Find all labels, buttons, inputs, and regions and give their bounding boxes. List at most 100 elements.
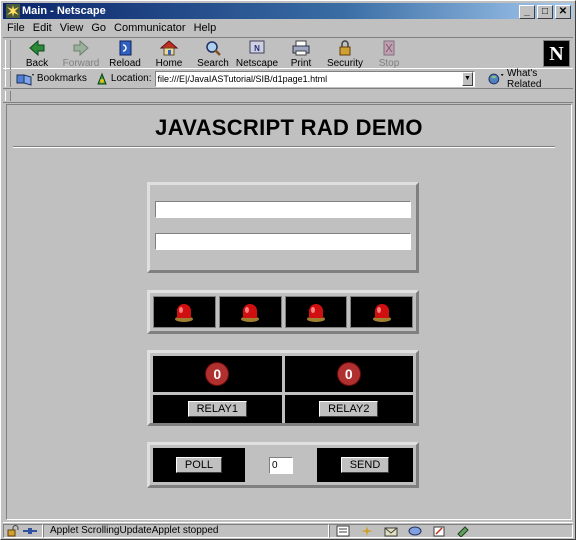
poll-button[interactable]: POLL [175, 457, 223, 473]
red-led-icon [241, 304, 260, 322]
netscape-logo[interactable]: N [543, 40, 570, 67]
component-bar [329, 523, 573, 538]
stop-button[interactable]: Stop [367, 38, 411, 69]
menu-communicator[interactable]: Communicator [114, 22, 186, 34]
menu-bar: File Edit View Go Communicator Help [3, 19, 573, 37]
print-label: Print [290, 58, 312, 69]
connection-icon [23, 527, 37, 534]
personal-toolbar [3, 89, 573, 103]
reload-label: Reload [109, 58, 141, 69]
whats-related-label: What's Related [506, 67, 542, 90]
print-button[interactable]: Print [279, 38, 323, 69]
home-label: Home [155, 58, 183, 69]
send-button[interactable]: SEND [340, 457, 390, 473]
maximize-button[interactable]: □ [537, 5, 553, 19]
bookmarks-label: Bookmarks [36, 73, 87, 84]
netscape-button[interactable]: N Netscape [235, 38, 279, 69]
instant-message-icon[interactable] [456, 525, 470, 537]
horizontal-rule [13, 146, 555, 148]
progress-icon [336, 525, 350, 536]
text-input-panel [147, 182, 419, 273]
search-label: Search [197, 58, 229, 69]
url-field[interactable]: file:///E|/JavaIASTutorial/SIB/d1page1.h… [154, 70, 475, 87]
home-icon [159, 40, 179, 56]
netscape-icon: N [249, 40, 265, 54]
netscape-label: Netscape [235, 58, 279, 69]
security-status-cell[interactable] [3, 523, 43, 538]
page-proxy-icon[interactable] [95, 72, 109, 86]
menu-edit[interactable]: Edit [33, 22, 52, 34]
led-cell [153, 296, 216, 328]
stop-icon [383, 40, 395, 56]
relay1-counter-cell: 0 [153, 356, 282, 392]
relay2-button[interactable]: RELAY2 [319, 401, 379, 417]
menu-file[interactable]: File [7, 22, 25, 34]
status-message: Applet ScrollingUpdateApplet stopped [43, 523, 329, 538]
composer-icon[interactable] [432, 525, 446, 537]
minimize-button[interactable]: _ [519, 5, 535, 19]
relay2-counter: 0 [336, 362, 361, 386]
location-grip[interactable] [5, 70, 11, 87]
menu-help[interactable]: Help [194, 22, 217, 34]
personal-toolbar-grip[interactable] [5, 91, 11, 101]
close-button[interactable]: ✕ [555, 5, 571, 19]
forward-button[interactable]: Forward [59, 38, 103, 69]
bookmarks-button[interactable]: Bookmarks [15, 72, 87, 86]
back-label: Back [25, 58, 49, 69]
reload-button[interactable]: Reload [103, 38, 147, 69]
forward-label: Forward [62, 58, 100, 69]
security-button[interactable]: Security [323, 38, 367, 69]
menu-view[interactable]: View [60, 22, 84, 34]
title-bar: Main - Netscape _ □ ✕ [3, 3, 573, 19]
search-button[interactable]: Search [191, 38, 235, 69]
back-arrow-icon [29, 39, 45, 57]
search-icon [206, 41, 221, 56]
relay2-counter-cell: 0 [284, 356, 413, 392]
unlocked-padlock-icon [7, 524, 19, 536]
toolbar-grip[interactable] [5, 40, 11, 70]
stop-label: Stop [378, 58, 400, 69]
whats-related-button[interactable]: What's Related [487, 68, 573, 90]
red-led-icon [175, 304, 194, 322]
led-cell [350, 296, 413, 328]
poll-send-panel: POLL SEND [147, 442, 419, 488]
led-panel [147, 290, 419, 334]
relay1-button[interactable]: RELAY1 [187, 401, 247, 417]
location-label: Location: [95, 72, 152, 86]
netscape-app-icon [6, 4, 20, 18]
page-title: JAVASCRIPT RAD DEMO [155, 115, 423, 140]
relay-panel: 0 0 RELAY1 RELAY2 [147, 350, 419, 426]
padlock-icon [339, 40, 351, 56]
location-toolbar: Bookmarks Location: file:///E|/JavaIASTu… [3, 68, 573, 90]
url-dropdown-button[interactable]: ▼ [461, 71, 474, 86]
relay2-button-cell: RELAY2 [284, 395, 413, 423]
value-field[interactable] [269, 456, 293, 474]
led-cell [218, 296, 282, 328]
location-label-text: Location: [110, 73, 152, 84]
text-field-1[interactable] [155, 201, 411, 218]
back-button[interactable]: Back [15, 38, 59, 69]
whats-related-icon [488, 73, 505, 84]
navigator-icon[interactable] [360, 525, 374, 537]
red-led-icon [372, 304, 391, 322]
forward-arrow-icon [73, 39, 89, 57]
home-button[interactable]: Home [147, 38, 191, 69]
poll-cell: POLL [153, 448, 245, 482]
discussion-icon[interactable] [408, 525, 422, 537]
mail-icon[interactable] [384, 525, 398, 537]
status-bar: Applet ScrollingUpdateApplet stopped [3, 522, 573, 538]
security-label: Security [326, 58, 364, 69]
window-title: Main - Netscape [22, 5, 106, 17]
navigation-toolbar: Back Forward Reload Home Search N Netsca… [3, 37, 573, 70]
browser-window: Main - Netscape _ □ ✕ File Edit View Go … [0, 0, 576, 540]
red-led-icon [306, 304, 325, 322]
page-content: JAVASCRIPT RAD DEMO 0 0 RELAY1 RELAY2 PO… [6, 104, 572, 520]
svg-text:N: N [254, 44, 260, 53]
value-cell [248, 448, 314, 482]
printer-icon [292, 40, 310, 56]
menu-go[interactable]: Go [91, 22, 106, 34]
reload-icon [119, 40, 132, 56]
text-field-2[interactable] [155, 233, 411, 250]
bookmarks-icon [16, 73, 34, 86]
relay1-counter: 0 [205, 362, 230, 386]
